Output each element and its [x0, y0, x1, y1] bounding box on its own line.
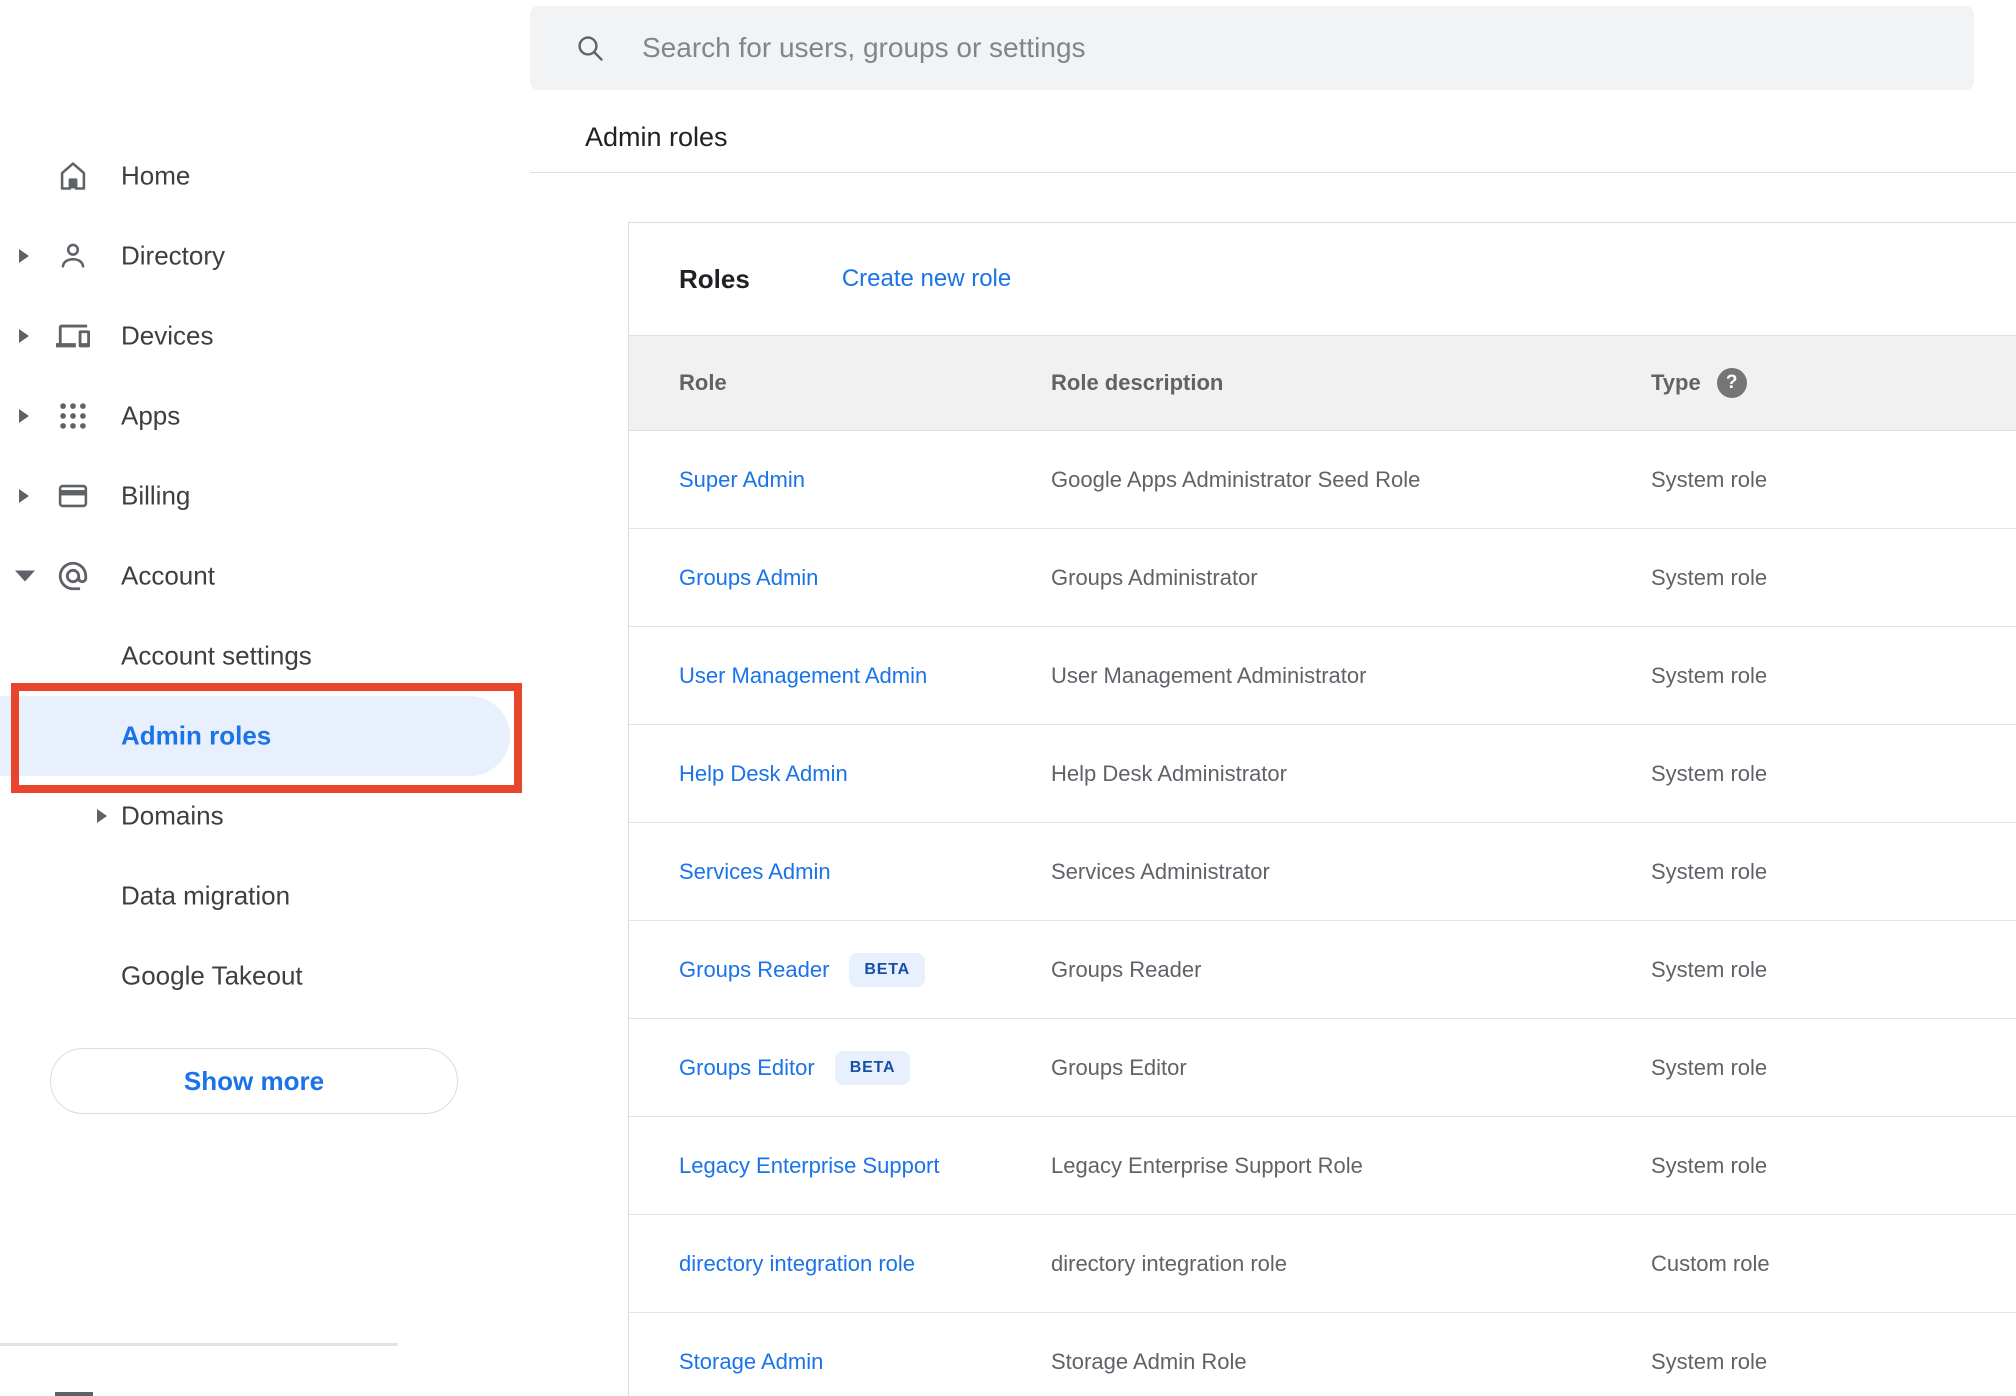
beta-badge: BETA: [834, 1050, 911, 1085]
role-description: directory integration role: [1051, 1250, 1288, 1276]
table-row: Groups Editor BETA Groups Editor System …: [629, 1019, 2016, 1117]
role-link[interactable]: Legacy Enterprise Support: [679, 1153, 940, 1179]
sidebar-item-account[interactable]: Account: [0, 536, 530, 616]
role-link[interactable]: Super Admin: [679, 467, 805, 493]
table-row: User Management Admin User Management Ad…: [629, 627, 2016, 725]
role-type: System role: [1651, 760, 1768, 786]
triangle-right-icon[interactable]: [19, 409, 29, 423]
role-description: Groups Reader: [1051, 956, 1202, 982]
sidebar-item-apps[interactable]: Apps: [0, 376, 530, 456]
table-row: Super Admin Google Apps Administrator Se…: [629, 431, 2016, 529]
role-link[interactable]: Groups Reader: [679, 957, 829, 983]
partial-icon: [55, 1392, 93, 1396]
role-link[interactable]: Services Admin: [679, 859, 831, 885]
role-type: System role: [1651, 564, 1768, 590]
search-icon: [578, 36, 603, 61]
table-header-row: Role Role description Type ?: [629, 335, 2016, 431]
roles-panel-header: Roles Create new role: [629, 223, 2016, 335]
sidebar-divider: [0, 1343, 398, 1346]
triangle-right-icon[interactable]: [19, 489, 29, 503]
triangle-down-icon[interactable]: [15, 570, 35, 582]
create-new-role-link[interactable]: Create new role: [842, 265, 1011, 293]
breadcrumb-divider: [530, 172, 2016, 173]
role-type: Custom role: [1651, 1250, 1770, 1276]
role-type: System role: [1651, 956, 1768, 982]
role-type: System role: [1651, 858, 1768, 884]
roles-panel: Roles Create new role Role Role descript…: [628, 222, 2016, 1396]
triangle-right-icon[interactable]: [19, 249, 29, 263]
role-link[interactable]: Help Desk Admin: [679, 761, 848, 787]
role-description: Help Desk Administrator: [1051, 760, 1287, 786]
at-sign-icon: [56, 559, 90, 593]
role-description: Groups Administrator: [1051, 564, 1258, 590]
beta-badge: BETA: [849, 952, 925, 987]
sidebar-item-google-takeout[interactable]: Google Takeout: [0, 936, 530, 1016]
search-input[interactable]: [642, 18, 1974, 78]
table-row: Groups Reader BETA Groups Reader System …: [629, 921, 2016, 1019]
column-header-description: Role description: [1051, 370, 1224, 395]
role-description: Google Apps Administrator Seed Role: [1051, 466, 1421, 492]
triangle-right-icon[interactable]: [19, 329, 29, 343]
role-type: System role: [1651, 466, 1768, 492]
help-icon[interactable]: ?: [1716, 368, 1747, 398]
sidebar-item-home[interactable]: Home: [0, 136, 530, 216]
apps-grid-icon: [56, 399, 90, 433]
sidebar-item-billing[interactable]: Billing: [0, 456, 530, 536]
role-link[interactable]: Groups Editor: [679, 1055, 815, 1081]
role-type: System role: [1651, 1348, 1768, 1374]
panel-title: Roles: [679, 263, 750, 294]
table-row: Services Admin Services Administrator Sy…: [629, 823, 2016, 921]
role-description: Groups Editor: [1051, 1054, 1187, 1080]
sidebar-item-admin-roles[interactable]: Admin roles: [0, 696, 510, 776]
home-icon: [56, 159, 90, 193]
role-link[interactable]: directory integration role: [679, 1251, 915, 1277]
role-link[interactable]: Groups Admin: [679, 565, 818, 591]
credit-card-icon: [56, 479, 90, 513]
sidebar-item-devices[interactable]: Devices: [0, 296, 530, 376]
column-header-type: Type: [1651, 370, 1701, 395]
table-row: Legacy Enterprise Support Legacy Enterpr…: [629, 1117, 2016, 1215]
role-link[interactable]: User Management Admin: [679, 663, 927, 689]
show-more-button[interactable]: Show more: [50, 1048, 458, 1114]
role-description: Legacy Enterprise Support Role: [1051, 1152, 1363, 1178]
table-row: Groups Admin Groups Administrator System…: [629, 529, 2016, 627]
role-link[interactable]: Storage Admin: [679, 1349, 823, 1375]
breadcrumb: Admin roles: [585, 122, 728, 152]
search-bar[interactable]: [530, 6, 1974, 90]
table-row: Help Desk Admin Help Desk Administrator …: [629, 725, 2016, 823]
devices-icon: [56, 319, 90, 353]
person-icon: [56, 239, 90, 273]
sidebar-nav: Home Directory Devices Apps Billing Acco…: [0, 0, 530, 1396]
table-row: Storage Admin Storage Admin Role System …: [629, 1313, 2016, 1396]
role-description: Services Administrator: [1051, 858, 1270, 884]
sidebar-item-directory[interactable]: Directory: [0, 216, 530, 296]
table-row: directory integration role directory int…: [629, 1215, 2016, 1313]
role-type: System role: [1651, 1152, 1768, 1178]
triangle-right-icon[interactable]: [97, 809, 107, 823]
role-description: User Management Administrator: [1051, 662, 1367, 688]
role-description: Storage Admin Role: [1051, 1348, 1247, 1374]
sidebar-item-account-settings[interactable]: Account settings: [0, 616, 530, 696]
sidebar-item-domains[interactable]: Domains: [0, 776, 530, 856]
sidebar-item-data-migration[interactable]: Data migration: [0, 856, 530, 936]
column-header-role: Role: [679, 370, 727, 395]
role-type: System role: [1651, 1054, 1768, 1080]
role-type: System role: [1651, 662, 1768, 688]
